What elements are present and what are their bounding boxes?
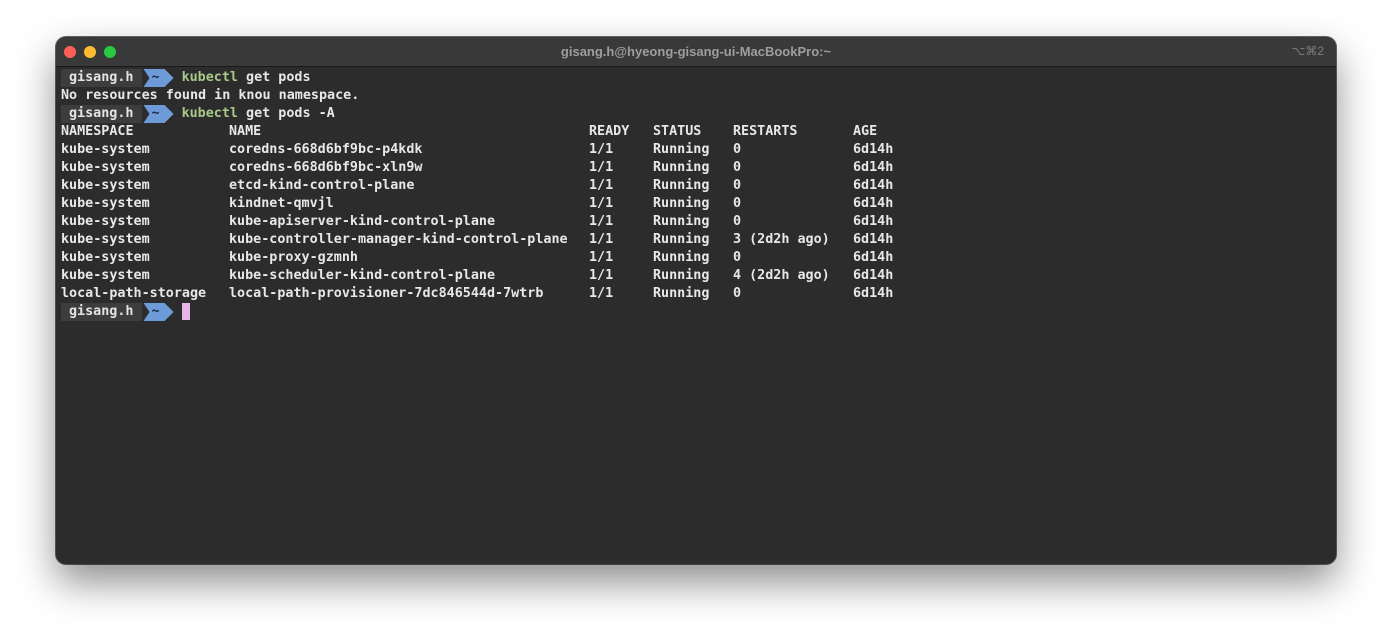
cell-namespace: kube-system [61, 196, 150, 211]
terminal-output[interactable]: gisang.h ~ kubectl get pods No resources f… [61, 69, 1331, 321]
cell-ready: 1/1 [589, 178, 614, 193]
cell-ready: 1/1 [589, 286, 614, 301]
cell-status: Running [653, 232, 710, 247]
prompt-line: gisang.h ~ kubectl get pods -A [61, 105, 1331, 123]
output-message: No resources found in knou namespace. [61, 88, 360, 103]
header-age: AGE [853, 124, 878, 139]
cell-name: kube-scheduler-kind-control-plane [229, 268, 496, 283]
cell-restarts: 0 [733, 196, 742, 211]
cell-name: kindnet-qmvjl [229, 196, 334, 211]
header-ready: READY [589, 124, 630, 139]
cell-name: kube-controller-manager-kind-control-pla… [229, 232, 568, 247]
prompt-line: gisang.h ~ kubectl get pods [61, 69, 1331, 87]
cell-age: 6d14h [853, 178, 894, 193]
table-row: kube-system coredns-668d6bf9bc-xln9w 1/1… [61, 159, 1331, 177]
title-bar: gisang.h@hyeong-gisang-ui-MacBookPro:~ ⌥… [56, 37, 1336, 67]
cell-ready: 1/1 [589, 232, 614, 247]
cell-age: 6d14h [853, 286, 894, 301]
command-args: get pods [238, 70, 311, 85]
cell-name: kube-apiserver-kind-control-plane [229, 214, 496, 229]
cell-status: Running [653, 286, 710, 301]
header-namespace: NAMESPACE [61, 124, 134, 139]
cell-restarts: 0 [733, 160, 742, 175]
table-row: kube-system kube-proxy-gzmnh 1/1 Running… [61, 249, 1331, 267]
cell-age: 6d14h [853, 196, 894, 211]
cell-age: 6d14h [853, 142, 894, 157]
table-row: kube-system etcd-kind-control-plane 1/1 … [61, 177, 1331, 195]
text-cursor [181, 303, 190, 320]
window-title: gisang.h@hyeong-gisang-ui-MacBookPro:~ [560, 44, 832, 59]
cell-namespace: kube-system [61, 178, 150, 193]
cell-ready: 1/1 [589, 268, 614, 283]
cell-age: 6d14h [853, 232, 894, 247]
cell-namespace: kube-system [61, 142, 150, 157]
cell-status: Running [653, 160, 710, 175]
cell-ready: 1/1 [589, 214, 614, 229]
cell-age: 6d14h [853, 250, 894, 265]
cell-status: Running [653, 178, 710, 193]
cell-status: Running [653, 196, 710, 211]
table-row: kube-system coredns-668d6bf9bc-p4kdk 1/1… [61, 141, 1331, 159]
cell-ready: 1/1 [589, 196, 614, 211]
cell-name: coredns-668d6bf9bc-p4kdk [229, 142, 423, 157]
prompt-user: gisang.h [61, 303, 142, 321]
table-row: kube-system kube-apiserver-kind-control-… [61, 213, 1331, 231]
tab-shortcut: ⌥⌘2 [1291, 44, 1324, 58]
table-header: NAMESPACE NAME READY STATUS RESTARTS AGE [61, 123, 1331, 141]
cell-age: 6d14h [853, 268, 894, 283]
cell-namespace: kube-system [61, 214, 150, 229]
prompt-dir: ~ [144, 303, 174, 321]
cell-name: local-path-provisioner-7dc846544d-7wtrb [229, 286, 544, 301]
cell-restarts: 0 [733, 214, 742, 229]
table-row: kube-system kube-controller-manager-kind… [61, 231, 1331, 249]
cell-namespace: kube-system [61, 250, 150, 265]
cell-namespace: kube-system [61, 160, 150, 175]
terminal-window: gisang.h@hyeong-gisang-ui-MacBookPro:~ ⌥… [56, 37, 1336, 564]
cell-ready: 1/1 [589, 142, 614, 157]
table-row: local-path-storage local-path-provisione… [61, 285, 1331, 303]
table-row: kube-system kindnet-qmvjl 1/1 Running 0 … [61, 195, 1331, 213]
cell-restarts: 0 [733, 286, 742, 301]
command-args: get pods -A [238, 106, 335, 121]
cell-namespace: local-path-storage [61, 286, 207, 301]
prompt-dir: ~ [144, 105, 174, 123]
cell-name: kube-proxy-gzmnh [229, 250, 358, 265]
cell-age: 6d14h [853, 160, 894, 175]
cell-status: Running [653, 142, 710, 157]
command-name: kubectl [181, 106, 238, 121]
cell-age: 6d14h [853, 214, 894, 229]
prompt-user: gisang.h [61, 69, 142, 87]
header-restarts: RESTARTS [733, 124, 798, 139]
cell-ready: 1/1 [589, 250, 614, 265]
cell-restarts: 0 [733, 142, 742, 157]
prompt-line[interactable]: gisang.h ~ [61, 303, 1331, 321]
cell-restarts: 3 (2d2h ago) [733, 232, 830, 247]
cell-restarts: 0 [733, 250, 742, 265]
prompt-dir: ~ [144, 69, 174, 87]
cell-ready: 1/1 [589, 160, 614, 175]
table-row: kube-system kube-scheduler-kind-control-… [61, 267, 1331, 285]
header-status: STATUS [653, 124, 702, 139]
cell-namespace: kube-system [61, 268, 150, 283]
cell-name: coredns-668d6bf9bc-xln9w [229, 160, 423, 175]
header-name: NAME [229, 124, 262, 139]
command-name: kubectl [181, 70, 238, 85]
cell-status: Running [653, 268, 710, 283]
cell-name: etcd-kind-control-plane [229, 178, 415, 193]
cell-restarts: 4 (2d2h ago) [733, 268, 830, 283]
cell-status: Running [653, 250, 710, 265]
cell-restarts: 0 [733, 178, 742, 193]
cell-namespace: kube-system [61, 232, 150, 247]
prompt-user: gisang.h [61, 105, 142, 123]
cell-status: Running [653, 214, 710, 229]
